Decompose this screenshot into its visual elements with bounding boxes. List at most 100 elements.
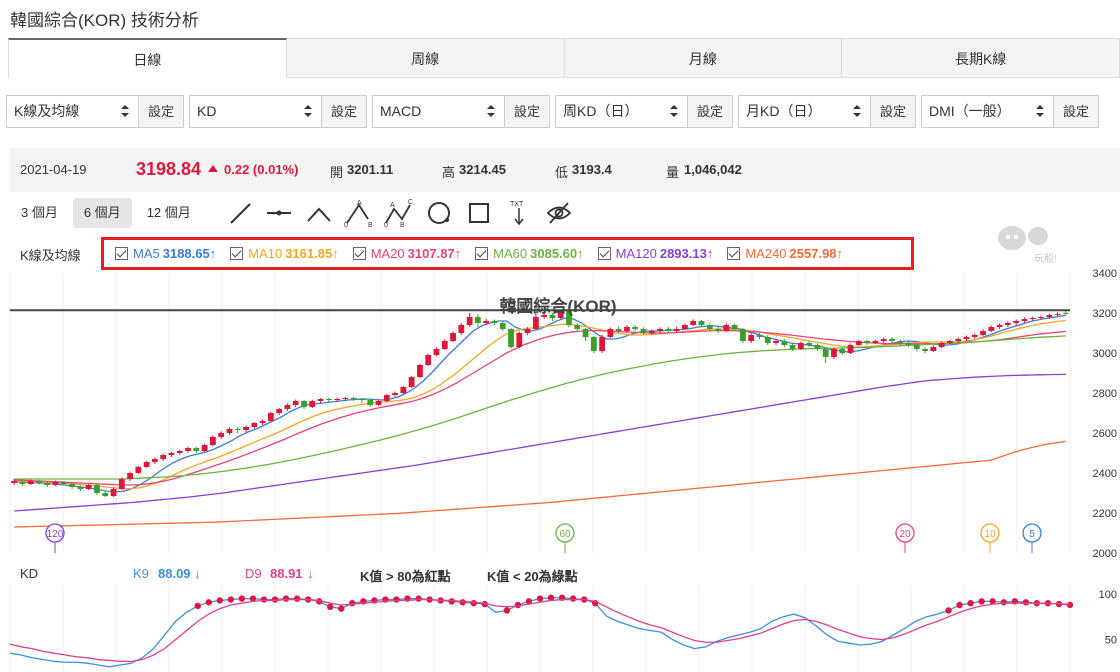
candle-body	[797, 343, 804, 349]
candle-body	[508, 329, 514, 347]
checkbox[interactable]	[475, 247, 489, 260]
candle-body	[77, 487, 84, 489]
checkbox[interactable]	[597, 247, 611, 260]
indicator-selectors: K線及均線 設定 KD 設定 MACD 設定 周KD（日） 設定 月KD（日） …	[6, 95, 1104, 128]
settings-button-6[interactable]: 設定	[1053, 95, 1099, 128]
y-tick-label: 3400	[1093, 268, 1117, 280]
ma-item-ma10[interactable]: MA10 3161.85 ↑	[230, 246, 339, 261]
ma-item-ma240[interactable]: MA240 2557.98 ↑	[727, 246, 843, 261]
updown-arrow-icon	[1036, 105, 1044, 117]
range-6m-button[interactable]: 6 個月	[72, 198, 132, 228]
candle-body	[267, 413, 274, 421]
candle-body	[980, 331, 986, 335]
checkbox[interactable]	[727, 247, 741, 260]
candle-body	[607, 329, 614, 337]
svg-text:0: 0	[344, 222, 348, 227]
checkbox[interactable]	[230, 247, 244, 260]
candle-body	[218, 433, 225, 437]
text-icon[interactable]: TXT	[506, 199, 532, 227]
k-overbought-dot	[978, 598, 985, 605]
ma-marker-label: 10	[984, 529, 996, 540]
settings-button-1[interactable]: 設定	[138, 95, 184, 128]
candle-body	[532, 317, 539, 329]
select-value: 月KD（日）	[746, 103, 822, 119]
open-label: 開	[330, 165, 344, 180]
selector-group-2: KD 設定	[189, 95, 367, 128]
ma-item-ma120[interactable]: MA120 2893.13 ↑	[597, 246, 713, 261]
candle-body	[44, 483, 51, 485]
k-overbought-dot	[338, 605, 345, 612]
low-label: 低	[555, 165, 569, 180]
candle-body	[36, 481, 42, 483]
up-arrow-icon: ↑	[209, 246, 217, 261]
tab-long-term[interactable]: 長期K線	[842, 38, 1120, 77]
candle-body	[648, 331, 655, 333]
k-overbought-dot	[293, 595, 301, 602]
abcd-pattern-icon[interactable]: A C B 0	[384, 199, 416, 227]
circle-icon[interactable]	[426, 199, 452, 227]
settings-button-3[interactable]: 設定	[504, 95, 550, 128]
ma-item-ma5[interactable]: MA5 3188.65 ↑	[115, 246, 216, 261]
settings-button-4[interactable]: 設定	[687, 95, 733, 128]
candle-body	[441, 341, 448, 349]
ma-name: MA240	[745, 246, 787, 261]
rectangle-icon[interactable]	[466, 199, 492, 227]
d-name: D9	[245, 566, 262, 581]
ma-item-ma20[interactable]: MA20 3107.87 ↑	[352, 246, 461, 261]
ma-name: MA20	[370, 246, 405, 261]
ma-item-ma60[interactable]: MA60 3085.60 ↑	[475, 246, 584, 261]
candle-body	[839, 349, 846, 353]
candle-body	[880, 339, 887, 341]
candle-body	[913, 345, 920, 349]
selector-group-1: K線及均線 設定	[6, 95, 184, 128]
range-12m-button[interactable]: 12 個月	[136, 198, 202, 228]
checkbox[interactable]	[115, 247, 128, 260]
candle-body	[367, 400, 374, 405]
indicator-select-1[interactable]: K線及均線	[6, 95, 138, 128]
range-3m-button[interactable]: 3 個月	[10, 198, 69, 228]
indicator-select-3[interactable]: MACD	[372, 95, 504, 128]
quote-bar: 2021-04-19 3198.84 0.22 (0.01%) 開 3201.1…	[10, 148, 1120, 192]
indicator-select-6[interactable]: DMI（一般）	[921, 95, 1053, 128]
k-overbought-dot	[415, 595, 422, 602]
candle-body	[930, 347, 937, 351]
y-tick-label: 3000	[1093, 348, 1117, 360]
k-overbought-dot	[503, 607, 511, 614]
indicator-select-4[interactable]: 周KD（日）	[555, 95, 687, 128]
page-title: 韓國綜合(KOR) 技術分析	[10, 11, 199, 30]
k-overbought-dot	[194, 602, 201, 610]
tab-daily[interactable]: 日線	[8, 38, 287, 79]
candle-body	[1021, 319, 1028, 321]
y-tick-label: 3200	[1093, 308, 1117, 320]
candle-body	[706, 325, 713, 329]
candle-body	[947, 341, 953, 343]
ma-name: MA60	[493, 246, 528, 261]
candle-body	[516, 333, 523, 347]
watermark-text: 玩股網	[1034, 252, 1056, 264]
candle-body	[897, 341, 904, 343]
hide-icon[interactable]	[546, 199, 572, 227]
candle-body	[723, 325, 730, 331]
quote-price: 3198.84	[136, 159, 202, 179]
checkbox[interactable]	[352, 247, 366, 260]
horizontal-line-icon[interactable]	[266, 199, 292, 227]
candle-body	[127, 473, 133, 479]
line-tool-icon[interactable]	[228, 199, 254, 227]
k-overbought-dot	[459, 599, 466, 606]
indicator-select-5[interactable]: 月KD（日）	[738, 95, 870, 128]
tab-weekly[interactable]: 周線	[286, 38, 565, 77]
tab-monthly[interactable]: 月線	[564, 38, 843, 77]
candle-body	[209, 437, 216, 445]
indicator-select-2[interactable]: KD	[189, 95, 321, 128]
angle-icon[interactable]	[306, 199, 332, 227]
candle-body	[185, 448, 191, 451]
quote-change: 0.22 (0.01%)	[224, 162, 299, 177]
candle-body	[110, 489, 117, 496]
updown-arrow-icon	[670, 105, 678, 117]
candle-body	[781, 341, 788, 345]
k-overbought-dot	[1022, 599, 1030, 606]
settings-button-5[interactable]: 設定	[870, 95, 916, 128]
abc-pattern-icon[interactable]: A 0 B	[344, 199, 374, 227]
settings-button-2[interactable]: 設定	[321, 95, 367, 128]
candle-body	[599, 337, 606, 351]
